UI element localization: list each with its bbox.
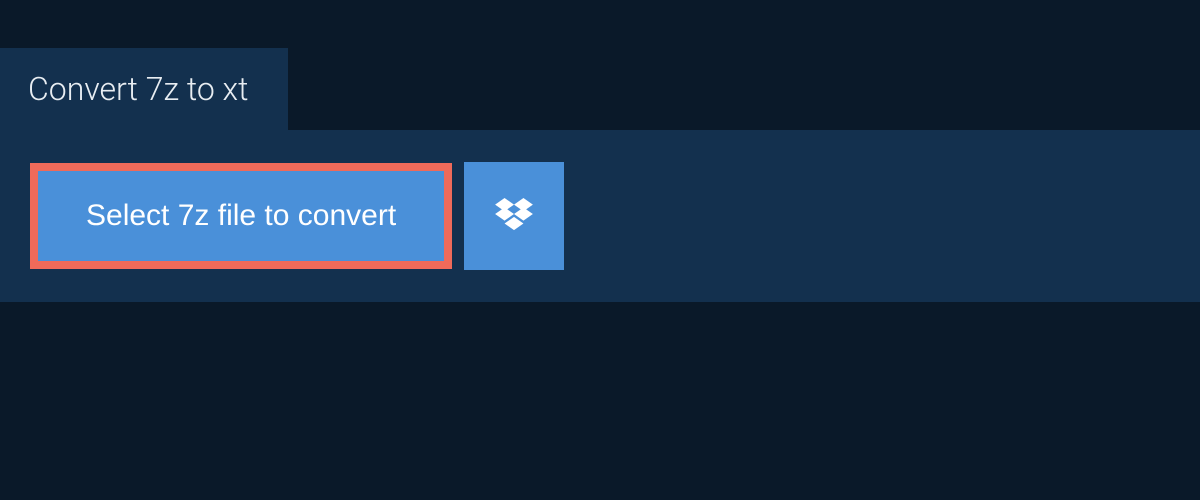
dropbox-icon: [495, 198, 533, 235]
dropbox-button[interactable]: [464, 162, 564, 270]
select-file-highlight: Select 7z file to convert: [30, 163, 452, 269]
upload-panel: Select 7z file to convert: [0, 130, 1200, 302]
select-file-button[interactable]: Select 7z file to convert: [38, 171, 444, 261]
select-file-label: Select 7z file to convert: [86, 199, 396, 232]
tab-title: Convert 7z to xt: [28, 70, 248, 108]
conversion-tab[interactable]: Convert 7z to xt: [0, 48, 288, 130]
